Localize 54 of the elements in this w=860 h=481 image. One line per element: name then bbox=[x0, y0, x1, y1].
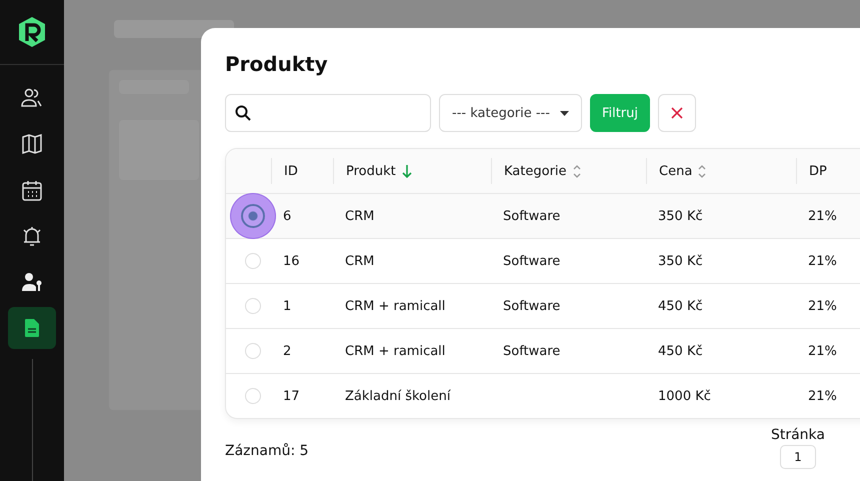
table-cell: 2 bbox=[283, 344, 292, 358]
table-cell: 6 bbox=[283, 208, 292, 224]
table-cell: CRM + ramicall bbox=[345, 298, 446, 314]
table-cell: 1 bbox=[283, 298, 292, 314]
column-header[interactable]: Produkt bbox=[333, 158, 491, 184]
table-row[interactable]: 17 Základní školení 1000 Kč 21% bbox=[226, 373, 860, 418]
sort-icon bbox=[698, 164, 706, 178]
table-cell: CRM + ramicall bbox=[345, 344, 446, 358]
column-header[interactable]: Kategorie bbox=[491, 158, 646, 184]
table-cell: 450 Kč bbox=[658, 298, 703, 314]
table-cell: 21% bbox=[808, 388, 837, 404]
table-cell: Software bbox=[503, 208, 560, 224]
calendar-icon bbox=[22, 180, 42, 200]
logo-icon bbox=[18, 16, 46, 48]
page-field[interactable]: 1 bbox=[780, 445, 816, 469]
document-icon bbox=[24, 318, 40, 338]
page-label: Stránka bbox=[770, 427, 825, 443]
table-cell: Software bbox=[503, 254, 560, 268]
users-icon bbox=[21, 88, 43, 108]
table-row[interactable]: 2 CRM + ramicall Software 450 Kč 21% bbox=[226, 328, 860, 373]
table-cell: CRM bbox=[345, 208, 374, 224]
table-cell: 21% bbox=[808, 344, 837, 358]
dialog-title: Produkty bbox=[225, 52, 329, 76]
table-row[interactable]: 6 CRM Software 350 Kč 21% bbox=[226, 193, 860, 238]
sort-icon bbox=[572, 164, 581, 178]
table-cell: CRM bbox=[345, 254, 374, 268]
table-cell: 21% bbox=[808, 298, 837, 314]
table-row[interactable]: 1 CRM + ramicall Software 450 Kč 21% bbox=[226, 283, 860, 328]
column-header[interactable]: Cena bbox=[646, 158, 796, 184]
records-count: Záznamů: 5 bbox=[225, 443, 309, 459]
column-header: DP bbox=[796, 158, 860, 184]
column-header: ID bbox=[271, 158, 333, 184]
category-select[interactable]: --- kategorie --- bbox=[439, 94, 582, 132]
user-key-icon bbox=[21, 272, 43, 292]
table-cell: Software bbox=[503, 344, 560, 358]
search-icon bbox=[235, 105, 251, 121]
table-cell: 21% bbox=[808, 208, 837, 224]
clear-button[interactable] bbox=[658, 94, 696, 132]
table-cell: 16 bbox=[283, 254, 300, 268]
caret-icon bbox=[560, 110, 569, 116]
table-cell: 450 Kč bbox=[658, 344, 703, 358]
table-cell: Software bbox=[503, 298, 560, 314]
table-cell: 1000 Kč bbox=[658, 388, 711, 404]
table-row[interactable]: 16 CRM Software 350 Kč 21% bbox=[226, 238, 860, 283]
search-field[interactable] bbox=[225, 94, 431, 132]
table-cell: 350 Kč bbox=[658, 208, 703, 224]
map-icon bbox=[22, 134, 42, 154]
sort-down-icon bbox=[402, 164, 412, 178]
table-cell: 350 Kč bbox=[658, 254, 703, 268]
close-icon bbox=[671, 107, 683, 119]
bell-icon bbox=[21, 225, 43, 247]
table-cell: Základní školení bbox=[345, 388, 450, 404]
table-cell: 21% bbox=[808, 254, 837, 268]
table-cell: 17 bbox=[283, 388, 300, 404]
